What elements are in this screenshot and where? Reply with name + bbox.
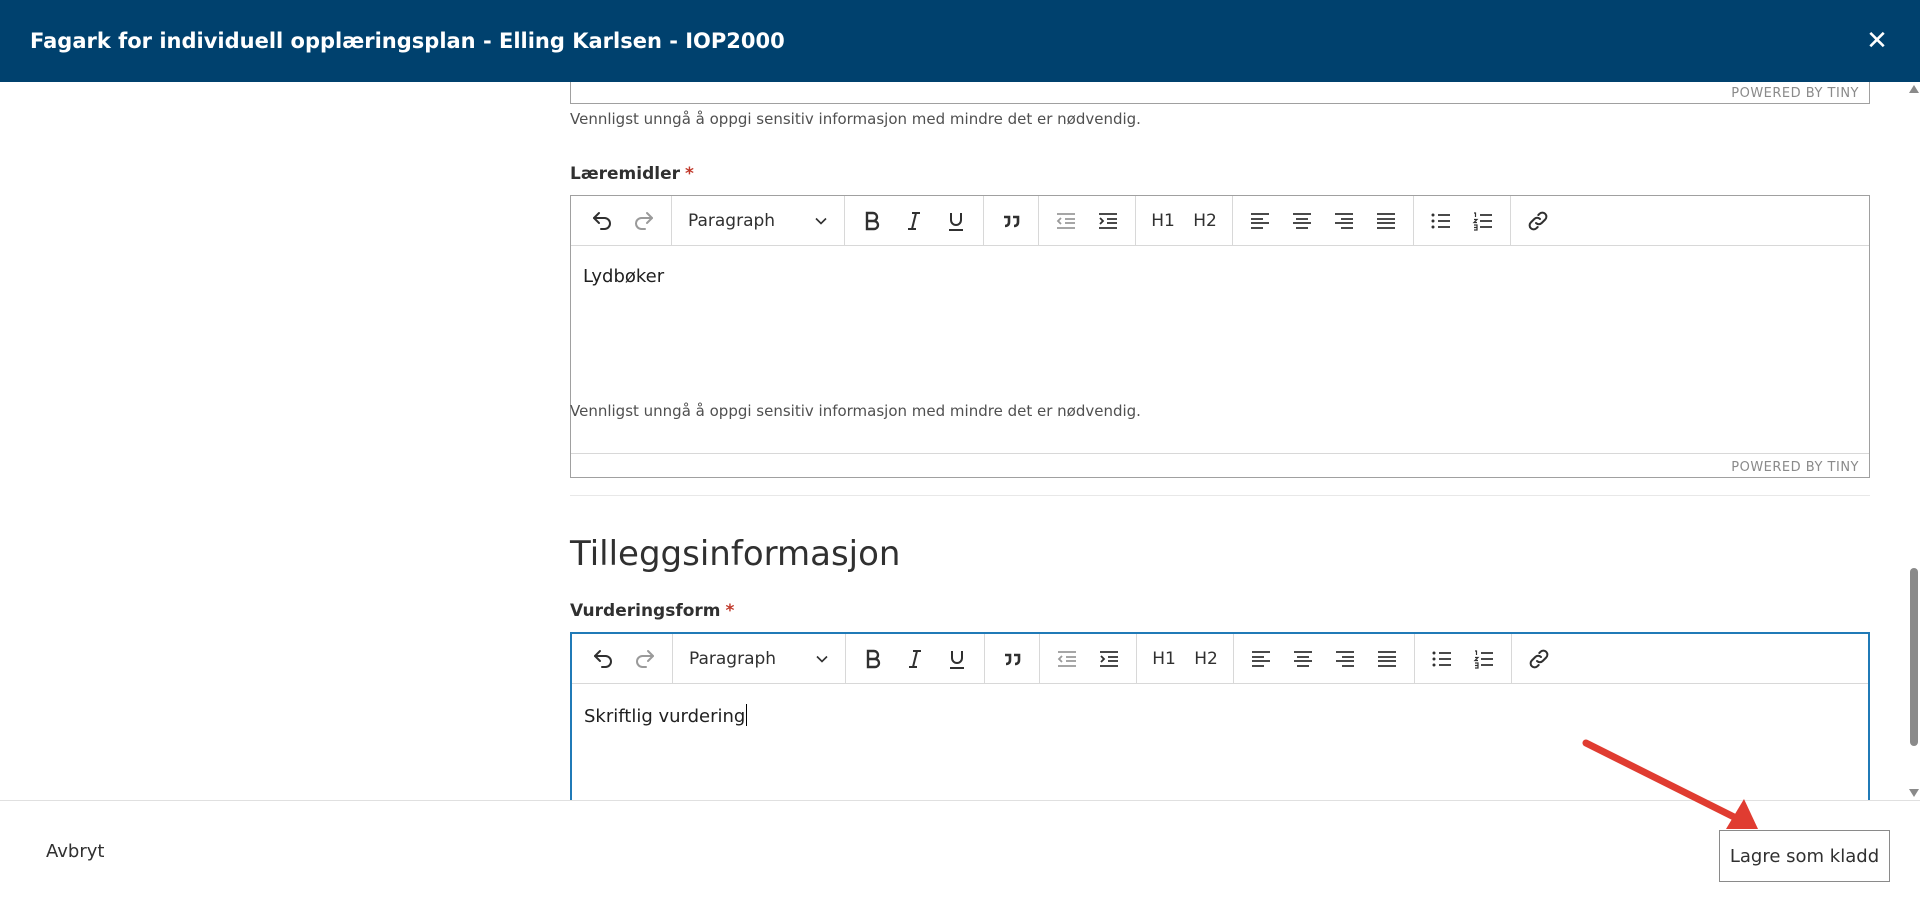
history-group [575, 195, 672, 246]
outdent-icon[interactable] [1046, 641, 1088, 677]
block-format-value: Paragraph [689, 648, 777, 669]
align-right-icon[interactable] [1323, 203, 1365, 239]
align-justify-icon[interactable] [1366, 641, 1408, 677]
numbered-list-icon[interactable] [1463, 641, 1505, 677]
text-style-group [846, 633, 985, 684]
history-group [576, 633, 673, 684]
quote-group [985, 633, 1040, 684]
quote-group [984, 195, 1039, 246]
powered-by-tiny[interactable]: POWERED BY TINY [1731, 460, 1859, 475]
scroll-up-arrow-icon[interactable] [1909, 85, 1919, 93]
laeremidler-text: Lydbøker [583, 266, 665, 287]
italic-icon[interactable] [894, 641, 936, 677]
blockquote-icon[interactable] [991, 641, 1033, 677]
editor-toolbar: Paragraph H1 H2 [571, 195, 1869, 246]
content-scrollbar[interactable] [1908, 82, 1920, 800]
vurderingsform-editor[interactable]: Paragraph H1 H2 Skriftlig vurdering [570, 632, 1870, 800]
align-justify-icon[interactable] [1365, 203, 1407, 239]
numbered-list-icon[interactable] [1462, 203, 1504, 239]
link-icon[interactable] [1517, 203, 1559, 239]
bold-icon[interactable] [851, 203, 893, 239]
previous-editor-statusbar: POWERED BY TINY [570, 82, 1870, 104]
link-icon[interactable] [1518, 641, 1560, 677]
cancel-button[interactable]: Avbryt [46, 841, 104, 862]
laeremidler-content[interactable]: Lydbøker [571, 246, 1869, 453]
align-left-icon[interactable] [1239, 203, 1281, 239]
align-group [1233, 195, 1414, 246]
scrollbar-thumb[interactable] [1910, 568, 1918, 746]
editor-toolbar: Paragraph H1 H2 [572, 633, 1868, 684]
laeremidler-editor[interactable]: Paragraph H1 H2 Lydbøker POWERED BY TINY [570, 195, 1870, 478]
bullet-list-icon[interactable] [1420, 203, 1462, 239]
vurderingsform-label-text: Vurderingsform [570, 601, 721, 621]
heading-group: H1 H2 [1136, 195, 1233, 246]
redo-icon[interactable] [623, 203, 665, 239]
list-group [1414, 195, 1511, 246]
chevron-down-icon [816, 655, 828, 663]
redo-icon[interactable] [624, 641, 666, 677]
italic-icon[interactable] [893, 203, 935, 239]
vurderingsform-label: Vurderingsform * [570, 601, 734, 621]
dialog-header: Fagark for individuell opplæringsplan - … [0, 0, 1920, 82]
blockquote-icon[interactable] [990, 203, 1032, 239]
undo-icon[interactable] [581, 203, 623, 239]
undo-icon[interactable] [582, 641, 624, 677]
h2-button[interactable]: H2 [1184, 203, 1226, 239]
block-format-group: Paragraph [672, 195, 845, 246]
dialog-footer: Avbryt Lagre som kladd [0, 800, 1920, 912]
close-icon[interactable]: ✕ [1862, 26, 1892, 56]
save-draft-button[interactable]: Lagre som kladd [1719, 830, 1890, 882]
align-left-icon[interactable] [1240, 641, 1282, 677]
vurderingsform-content[interactable]: Skriftlig vurdering [572, 684, 1868, 747]
indent-icon[interactable] [1087, 203, 1129, 239]
block-format-group: Paragraph [673, 633, 846, 684]
h2-button[interactable]: H2 [1185, 641, 1227, 677]
sensitive-info-hint: Vennligst unngå å oppgi sensitiv informa… [570, 110, 1141, 128]
bold-icon[interactable] [852, 641, 894, 677]
editor-statusbar: POWERED BY TINY [571, 453, 1869, 477]
align-center-icon[interactable] [1281, 203, 1323, 239]
sensitive-info-hint: Vennligst unngå å oppgi sensitiv informa… [570, 402, 1141, 420]
h2-label: H2 [1194, 648, 1218, 669]
align-right-icon[interactable] [1324, 641, 1366, 677]
dialog-title: Fagark for individuell opplæringsplan - … [30, 29, 785, 53]
bullet-list-icon[interactable] [1421, 641, 1463, 677]
h1-button[interactable]: H1 [1143, 641, 1185, 677]
section-divider [570, 495, 1870, 496]
align-group [1234, 633, 1415, 684]
indent-group [1040, 633, 1137, 684]
required-mark: * [685, 164, 694, 184]
list-group [1415, 633, 1512, 684]
block-format-value: Paragraph [688, 210, 776, 231]
text-caret [746, 704, 748, 726]
laeremidler-label: Læremidler * [570, 164, 694, 184]
h2-label: H2 [1193, 210, 1217, 231]
underline-icon[interactable] [935, 203, 977, 239]
chevron-down-icon [815, 217, 827, 225]
scroll-down-arrow-icon[interactable] [1909, 789, 1919, 797]
heading-group: H1 H2 [1137, 633, 1234, 684]
link-group [1512, 634, 1566, 684]
section-title: Tilleggsinformasjon [570, 534, 901, 574]
h1-label: H1 [1151, 210, 1175, 231]
text-style-group [845, 195, 984, 246]
dialog-content[interactable]: POWERED BY TINY Vennligst unngå å oppgi … [0, 82, 1908, 800]
indent-icon[interactable] [1088, 641, 1130, 677]
indent-group [1039, 195, 1136, 246]
outdent-icon[interactable] [1045, 203, 1087, 239]
link-group [1511, 196, 1565, 246]
block-format-select[interactable]: Paragraph [679, 641, 839, 677]
required-mark: * [725, 601, 735, 621]
block-format-select[interactable]: Paragraph [678, 203, 838, 239]
vurderingsform-text: Skriftlig vurdering [584, 706, 746, 727]
align-center-icon[interactable] [1282, 641, 1324, 677]
underline-icon[interactable] [936, 641, 978, 677]
powered-by-tiny[interactable]: POWERED BY TINY [1731, 86, 1859, 101]
h1-button[interactable]: H1 [1142, 203, 1184, 239]
h1-label: H1 [1152, 648, 1176, 669]
laeremidler-label-text: Læremidler [570, 164, 681, 184]
